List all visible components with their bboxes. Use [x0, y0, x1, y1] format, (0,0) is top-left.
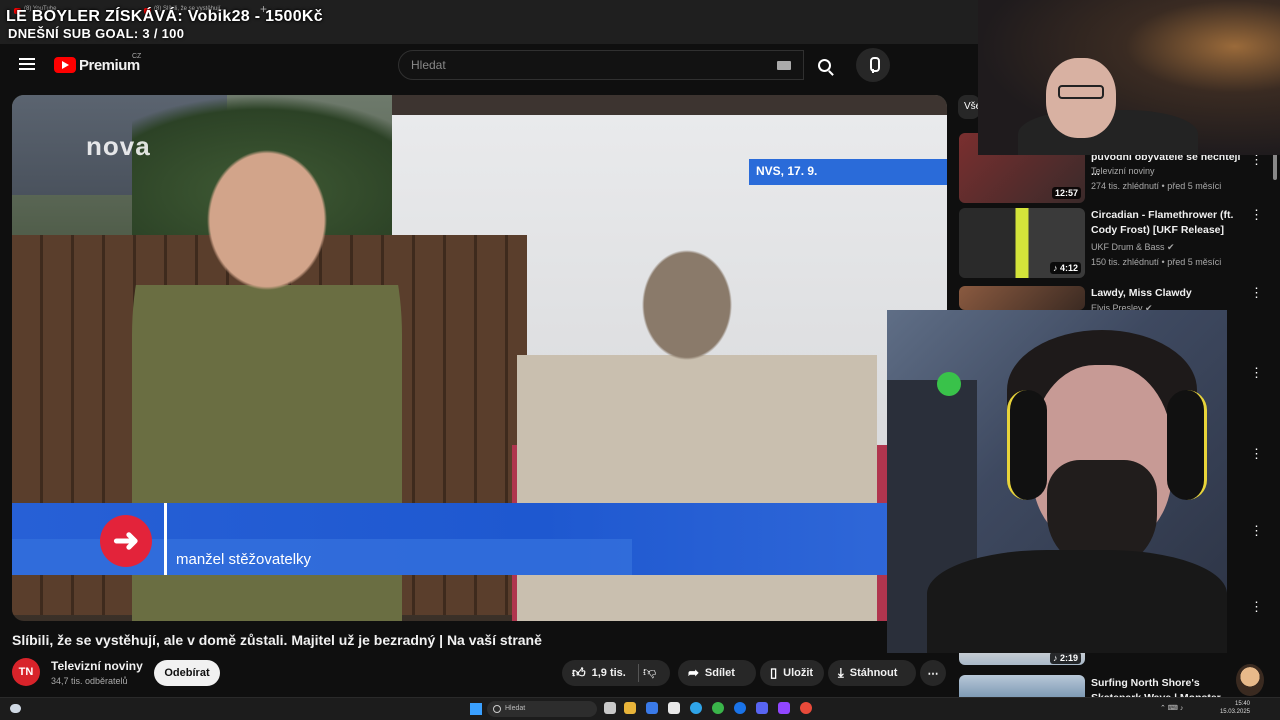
nvs-date-text: NVS, 17. 9.	[756, 164, 818, 178]
discord-icon[interactable]	[756, 702, 768, 714]
subscriber-count: 34,7 tis. odběratelů	[51, 676, 128, 686]
streamer-avatar-icon	[1236, 664, 1264, 696]
app-icon[interactable]	[668, 702, 680, 714]
recommendation-meta: 150 tis. zhlédnutí • před 5 měsíci	[1091, 257, 1222, 267]
bookmark-icon: ▯	[770, 665, 778, 680]
search-icon	[817, 58, 831, 72]
download-label: Stáhnout	[849, 667, 898, 679]
video-title: Slíbili, že se vystěhují, ale v domě zůs…	[12, 632, 542, 648]
obs-icon[interactable]	[800, 702, 812, 714]
lower-third-divider	[164, 503, 167, 575]
share-button[interactable]: ➦ Sdílet	[678, 660, 756, 686]
channel-avatar[interactable]: TN	[12, 658, 40, 686]
glasses-icon	[1058, 85, 1104, 99]
stream-overlay-title: LE BOYLER ZÍSKÁVÁ: Vobik28 - 1500Kč	[6, 8, 323, 25]
save-label: Uložit	[783, 667, 814, 679]
file-explorer-icon[interactable]	[624, 702, 636, 714]
weather-widget-icon[interactable]	[10, 704, 21, 713]
webcam-person-body	[927, 550, 1227, 653]
more-vertical-icon[interactable]: ⋮	[1250, 286, 1263, 299]
recommendation-meta: 274 tis. zhlédnutí • před 5 měsíci	[1091, 181, 1222, 191]
duration-badge: ♪ 2:19	[1049, 652, 1081, 664]
bird-figurine-icon	[937, 372, 961, 396]
search-input[interactable]: Hledat	[411, 58, 446, 72]
duration-badge: ♪ 4:12	[1049, 262, 1081, 274]
nvs-date-banner: NVS, 17. 9.	[749, 159, 947, 185]
recommendation-channel[interactable]: Televizní noviny	[1091, 166, 1155, 176]
twitch-icon[interactable]	[778, 702, 790, 714]
microphone-icon[interactable]	[856, 48, 890, 82]
search-box[interactable]: Hledat	[398, 50, 804, 80]
region-code: CZ	[132, 53, 142, 60]
recommendation-title[interactable]: Surfing North Shore's Skatepark Wave | M…	[1091, 676, 1231, 697]
hamburger-icon[interactable]	[19, 58, 35, 70]
recommendation-title[interactable]: Lawdy, Miss Clawdy	[1091, 286, 1243, 301]
browser-icon[interactable]	[734, 702, 746, 714]
more-horizontal-icon: ⋯	[927, 667, 939, 680]
taskbar-time: 15:40	[1234, 701, 1250, 707]
store-icon[interactable]	[646, 702, 658, 714]
more-vertical-icon[interactable]: ⋮	[1250, 447, 1263, 460]
channel-name[interactable]: Televizní noviny	[51, 659, 143, 673]
recommendation-thumbnail[interactable]	[959, 286, 1085, 310]
windows-start-icon[interactable]	[470, 703, 482, 715]
like-count: 1,9 tis.	[591, 667, 626, 679]
recommendation-title[interactable]: Circadian - Flamethrower (ft. Cody Frost…	[1091, 208, 1243, 238]
tv-channel-logo: nova	[86, 131, 151, 161]
more-vertical-icon[interactable]: ⋮	[1250, 524, 1263, 537]
taskbar-search[interactable]: Hledat	[487, 701, 597, 717]
webcam-main-streamer	[887, 310, 1227, 653]
video-player[interactable]: nova NVS, 17. 9. ➜ manžel stěžovatelky	[12, 95, 947, 621]
chrome-icon[interactable]	[712, 702, 724, 714]
more-vertical-icon[interactable]: ⋮	[1250, 208, 1263, 221]
more-vertical-icon[interactable]: ⋮	[1250, 600, 1263, 613]
duration-badge: 12:57	[1051, 187, 1081, 199]
more-vertical-icon[interactable]: ⋮	[1250, 153, 1263, 166]
webcam-top-streamer	[978, 0, 1280, 155]
keyboard-icon[interactable]	[777, 61, 791, 70]
share-label: Sdílet	[704, 667, 735, 679]
youtube-premium-wordmark[interactable]: Premium	[79, 57, 140, 74]
recommendation-item[interactable]: ♪ 4:12 Circadian - Flamethrower (ft. Cod…	[958, 208, 1268, 284]
download-button[interactable]: ⤓ Stáhnout	[828, 660, 916, 686]
system-tray-icons[interactable]: ⌃ ⌨ ♪	[1160, 704, 1183, 712]
recommendation-channel[interactable]: UKF Drum & Bass ✔	[1091, 242, 1175, 253]
more-actions-button[interactable]: ⋯	[920, 660, 946, 686]
headset-icon	[1007, 390, 1047, 500]
thumbs-up-icon: 👍︎	[572, 665, 586, 680]
save-button[interactable]: ▯ Uložit	[760, 660, 824, 686]
edge-icon[interactable]	[690, 702, 702, 714]
arrow-right-icon: ➜	[100, 515, 152, 567]
youtube-masthead: Premium CZ Hledat	[0, 44, 980, 86]
recommendation-thumbnail[interactable]	[959, 675, 1085, 697]
subscribe-button[interactable]: Odebírat	[154, 660, 220, 686]
search-button[interactable]	[804, 50, 844, 80]
download-icon: ⤓	[838, 665, 844, 680]
task-view-icon[interactable]	[604, 702, 616, 714]
like-divider	[638, 664, 639, 682]
headset-icon	[1167, 390, 1207, 500]
share-icon: ➦	[688, 665, 699, 680]
recommendation-thumbnail[interactable]: ♪ 4:12	[959, 208, 1085, 278]
filter-chip-all[interactable]: Vše	[958, 95, 980, 119]
more-vertical-icon[interactable]: ⋮	[1250, 366, 1263, 379]
stream-overlay-sub-goal: DNEŠNÍ SUB GOAL: 3 / 100	[8, 26, 185, 41]
taskbar-date: 15.03.2025	[1219, 709, 1250, 715]
youtube-logo-icon[interactable]	[54, 57, 76, 73]
taskbar-clock[interactable]: 15:40 15.03.2025	[1210, 700, 1250, 716]
lower-third-caption: manžel stěžovatelky	[176, 551, 312, 568]
thumbs-down-icon[interactable]: 👎︎	[643, 664, 661, 682]
windows-taskbar: Hledat ⌃ ⌨ ♪ 15:40 15.03.2025	[0, 697, 1280, 720]
